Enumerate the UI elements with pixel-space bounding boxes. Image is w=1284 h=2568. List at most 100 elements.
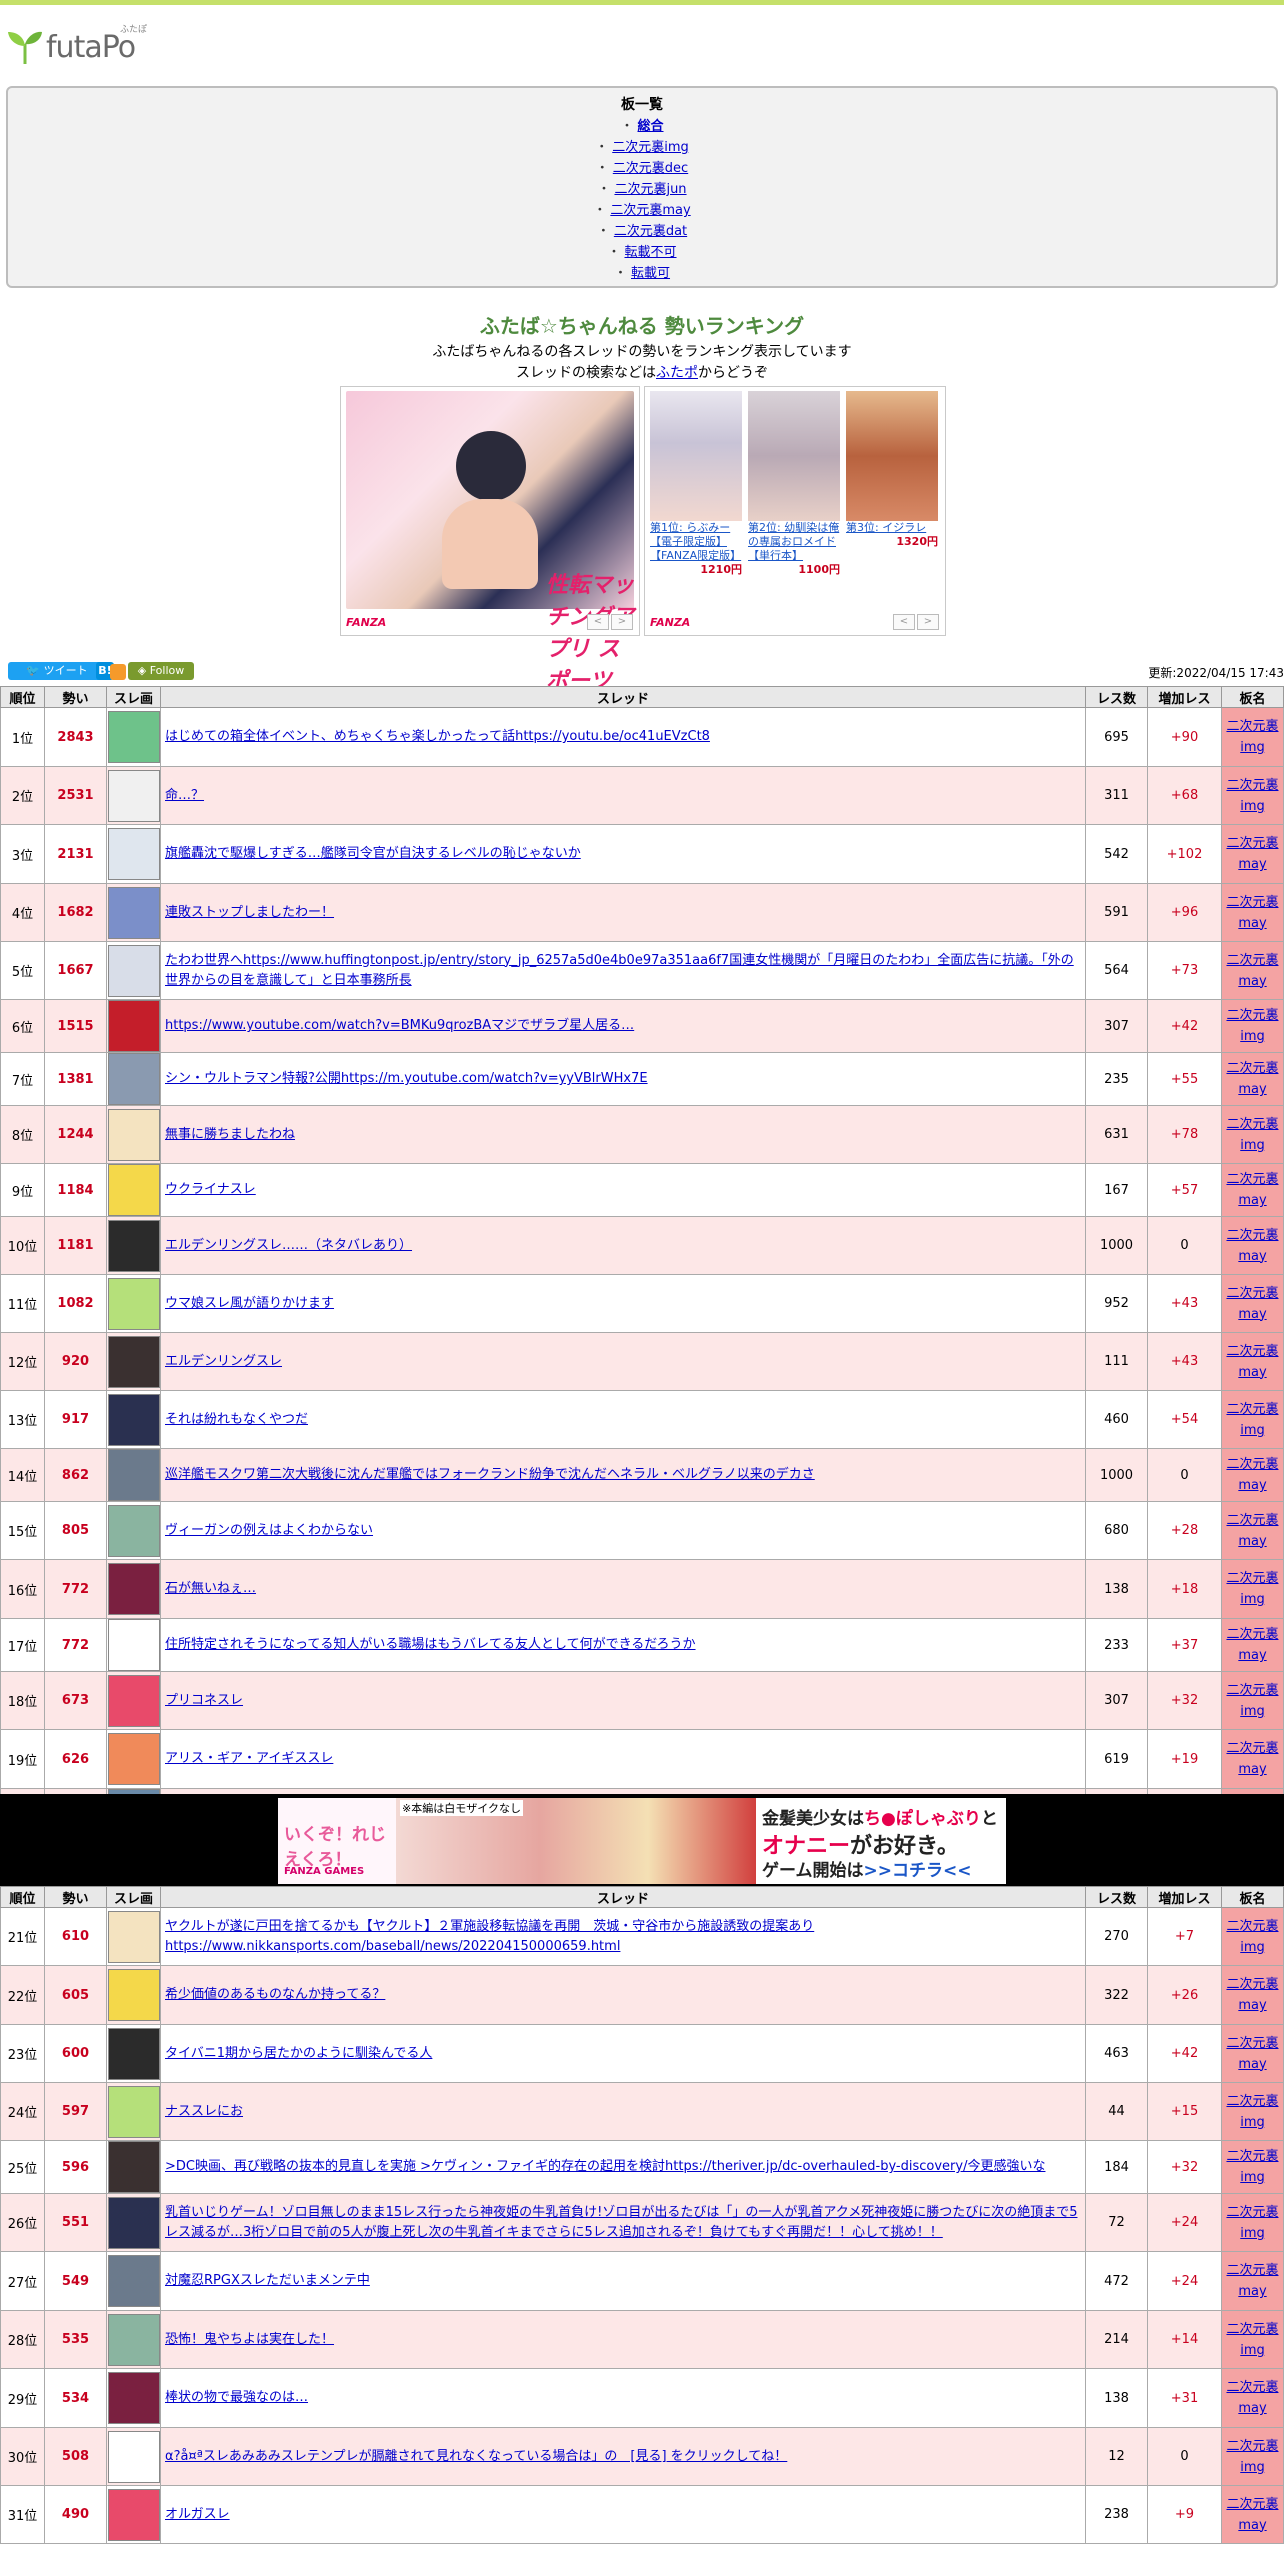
- board-name-link[interactable]: 二次元裏 img: [1226, 2205, 1278, 2241]
- board-name-link[interactable]: 二次元裏may: [1226, 2036, 1278, 2072]
- product-thumbnail[interactable]: [748, 391, 840, 521]
- thread-thumbnail[interactable]: [107, 1449, 160, 1501]
- thread-thumbnail[interactable]: [107, 886, 160, 939]
- thread-thumbnail[interactable]: [107, 1504, 160, 1557]
- thread-link[interactable]: 住所特定されそうになってる知人がいる職場はもうバレてる友人として何ができるだろう…: [165, 1637, 696, 1652]
- thread-link[interactable]: 巡洋艦モスクワ第二次大戦後に沈んだ軍艦ではフォークランド紛争で沈んだヘネラル・ベ…: [165, 1467, 815, 1482]
- product-title[interactable]: 第3位: イジラレ: [846, 521, 938, 535]
- feedly-follow-button[interactable]: ◈ Follow: [128, 662, 194, 680]
- board-name-link[interactable]: 二次元裏 img: [1226, 2439, 1278, 2475]
- board-link[interactable]: 二次元裏may: [610, 203, 690, 218]
- thread-link[interactable]: 棒状の物で最強なのは…: [165, 2390, 308, 2405]
- thread-thumbnail[interactable]: [107, 1393, 160, 1446]
- thread-thumbnail[interactable]: [107, 2372, 160, 2424]
- thread-link[interactable]: それは紛れもなくやつだ: [165, 1412, 308, 1427]
- thread-thumbnail[interactable]: [107, 944, 160, 997]
- board-name-link[interactable]: 二次元裏may: [1226, 1741, 1278, 1777]
- thread-link[interactable]: ナススレにお: [165, 2104, 243, 2119]
- thread-link[interactable]: 命…？: [165, 788, 204, 803]
- board-name-link[interactable]: 二次元裏may: [1226, 1457, 1278, 1493]
- thread-thumbnail[interactable]: [107, 2085, 160, 2138]
- board-name-link[interactable]: 二次元裏may: [1226, 2497, 1278, 2533]
- board-link[interactable]: 二次元裏dat: [614, 224, 687, 239]
- thread-link[interactable]: プリコネスレ: [165, 1693, 243, 1708]
- ad-product-3[interactable]: 第3位: イジラレ 1320円: [846, 387, 938, 549]
- thread-thumbnail[interactable]: [107, 2488, 160, 2541]
- board-name-link[interactable]: 二次元裏 img: [1226, 778, 1278, 814]
- ad-prev-button[interactable]: <: [587, 614, 609, 630]
- thread-link[interactable]: 恐怖！鬼やちよは実在した！: [165, 2332, 334, 2347]
- thread-link[interactable]: 希少価値のあるものなんか持ってる？: [165, 1987, 385, 2002]
- board-name-link[interactable]: 二次元裏 img: [1226, 2149, 1278, 2185]
- board-name-link[interactable]: 二次元裏 img: [1226, 1117, 1278, 1153]
- board-name-link[interactable]: 二次元裏may: [1226, 2380, 1278, 2416]
- product-title[interactable]: 第2位: 幼馴染は俺の専属おロメイド【単行本】: [748, 521, 840, 563]
- board-name-link[interactable]: 二次元裏may: [1226, 1977, 1278, 2013]
- thread-link[interactable]: エルデンリングスレ……（ネタバレあり）: [165, 1238, 412, 1253]
- thread-link[interactable]: https://www.youtube.com/watch?v=BMKu9qro…: [165, 1018, 634, 1033]
- board-link[interactable]: 二次元裏dec: [613, 161, 688, 176]
- board-name-link[interactable]: 二次元裏 img: [1226, 1571, 1278, 1607]
- board-name-link[interactable]: 二次元裏may: [1226, 1061, 1278, 1097]
- thread-link[interactable]: エルデンリングスレ: [165, 1354, 282, 1369]
- board-name-link[interactable]: 二次元裏may: [1226, 1344, 1278, 1380]
- board-name-link[interactable]: 二次元裏may: [1226, 1513, 1278, 1549]
- thread-thumbnail[interactable]: [107, 2027, 160, 2080]
- thread-thumbnail[interactable]: [107, 769, 160, 822]
- thread-link[interactable]: たわわ世界へhttps://www.huffingtonpost.jp/entr…: [165, 953, 1074, 988]
- board-link[interactable]: 総合: [638, 119, 664, 134]
- thread-thumbnail[interactable]: [107, 2141, 160, 2193]
- ad-next-button[interactable]: >: [917, 614, 939, 630]
- thread-thumbnail[interactable]: [107, 1164, 160, 1216]
- board-name-link[interactable]: 二次元裏 img: [1226, 719, 1278, 755]
- banner-copy[interactable]: 金髪美少女はち●ぽしゃぶりと オナニーがお好き。 ゲーム開始は>>コチラ<<: [756, 1798, 1006, 1884]
- product-thumbnail[interactable]: [650, 391, 742, 521]
- board-name-link[interactable]: 二次元裏may: [1226, 1172, 1278, 1208]
- board-name-link[interactable]: 二次元裏 img: [1226, 1402, 1278, 1438]
- thread-thumbnail[interactable]: [107, 1674, 160, 1727]
- thread-link[interactable]: 無事に勝ちましたわね: [165, 1127, 295, 1142]
- game-logo[interactable]: いくぞ！れじえくろ！ FANZA GAMES: [278, 1798, 396, 1884]
- thread-link[interactable]: 石が無いねぇ…: [165, 1581, 256, 1596]
- board-name-link[interactable]: 二次元裏may: [1226, 836, 1278, 872]
- thread-link[interactable]: >DC映画、再び戦略の抜本的見直しを実施 >ケヴィン・ファイギ的存在の起用を検討…: [165, 2159, 1045, 2174]
- thread-thumbnail[interactable]: [107, 828, 160, 880]
- thread-thumbnail[interactable]: [107, 1219, 160, 1272]
- thread-thumbnail[interactable]: [107, 2430, 160, 2483]
- thread-link[interactable]: タイバニ1期から居たかのように馴染んでる人: [165, 2046, 432, 2061]
- thread-thumbnail[interactable]: [107, 1733, 160, 1785]
- thread-thumbnail[interactable]: [107, 2196, 160, 2249]
- ad-prev-button[interactable]: <: [893, 614, 915, 630]
- board-name-link[interactable]: 二次元裏may: [1226, 1627, 1278, 1663]
- site-logo[interactable]: futaPo ふたぽ: [6, 22, 156, 66]
- ad-product-2[interactable]: 第2位: 幼馴染は俺の専属おロメイド【単行本】 1100円: [748, 387, 840, 577]
- thread-link[interactable]: アリス・ギア・アイギススレ: [165, 1751, 333, 1766]
- thread-link[interactable]: ヴィーガンの例えはよくわからない: [165, 1523, 373, 1538]
- board-name-link[interactable]: 二次元裏may: [1226, 1286, 1278, 1322]
- thread-link[interactable]: 旗艦轟沈で駆爆しすぎる…艦隊司令官が自決するレベルの恥じゃないか: [165, 846, 581, 861]
- thread-link[interactable]: はじめての箱全体イベント、めちゃくちゃ楽しかったって話https://youtu…: [165, 729, 710, 744]
- board-link[interactable]: 二次元裏img: [612, 140, 689, 155]
- thread-link[interactable]: 乳首いじりゲーム！ゾロ目無しのまま15レス行ったら神夜姫の牛乳首負け!ゾロ目が出…: [165, 2205, 1077, 2240]
- thread-link[interactable]: オルガスレ: [165, 2507, 230, 2522]
- board-link[interactable]: 転載不可: [625, 245, 677, 260]
- thread-link[interactable]: α?å¤ªスレあみあみスレテンプレが膈離されて見れなくなっている場合は」の [見…: [165, 2449, 787, 2464]
- board-name-link[interactable]: 二次元裏may: [1226, 2263, 1278, 2299]
- thread-link[interactable]: 対魔忍RPGXスレただいまメンテ中: [165, 2273, 370, 2288]
- product-title[interactable]: 第1位: らぶみー【電子限定版】【FANZA限定版】: [650, 521, 742, 563]
- ad-banner-left[interactable]: 性転マッチングアプリ スポーツ FANZA < >: [340, 386, 640, 694]
- board-link[interactable]: 転載可: [631, 266, 670, 281]
- thread-thumbnail[interactable]: [107, 1108, 160, 1161]
- thread-thumbnail[interactable]: [107, 1619, 160, 1671]
- thread-thumbnail[interactable]: [107, 2313, 160, 2366]
- banner-ad[interactable]: いくぞ！れじえくろ！ FANZA GAMES ※本編は白モザイクなし 金髪美少女…: [278, 1798, 1006, 1884]
- rss-icon[interactable]: [110, 664, 126, 680]
- board-link[interactable]: 二次元裏jun: [614, 182, 686, 197]
- board-name-link[interactable]: 二次元裏may: [1226, 1228, 1278, 1264]
- board-name-link[interactable]: 二次元裏 img: [1226, 2094, 1278, 2130]
- board-name-link[interactable]: 二次元裏 img: [1226, 1008, 1278, 1044]
- board-name-link[interactable]: 二次元裏may: [1226, 895, 1278, 931]
- thread-link[interactable]: ウマ娘スレ風が語りかけます: [165, 1296, 334, 1311]
- thread-thumbnail[interactable]: [107, 1910, 160, 1963]
- ad-next-button[interactable]: >: [611, 614, 633, 630]
